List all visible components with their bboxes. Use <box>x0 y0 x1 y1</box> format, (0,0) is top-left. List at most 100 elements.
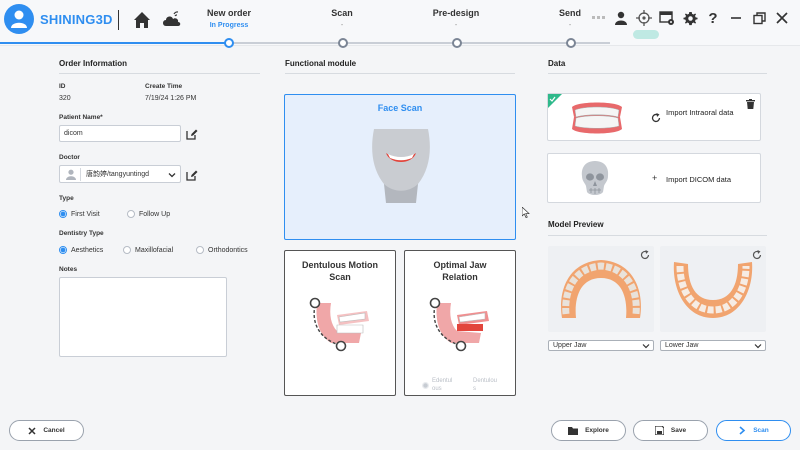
functional-module-title: Functional module <box>285 59 357 68</box>
more-dots-icon[interactable] <box>592 10 606 26</box>
radio-maxillofacial[interactable]: Maxillofacial <box>123 246 173 254</box>
intraoral-model-thumbnail <box>572 102 622 134</box>
close-icon[interactable] <box>774 10 790 26</box>
section-divider <box>548 235 767 236</box>
scan-label: Scan <box>753 427 769 434</box>
step-pre-design[interactable]: Pre-design - <box>411 8 501 29</box>
notes-textarea[interactable] <box>59 277 227 357</box>
order-info-title: Order Information <box>59 59 128 68</box>
optimal-jaw-relation-card[interactable]: Optimal Jaw Relation Edentul ous Dentulo… <box>404 250 516 396</box>
radio-aesthetics[interactable]: Aesthetics <box>59 246 103 254</box>
radio-follow-up[interactable]: Follow Up <box>127 210 170 218</box>
type-label: Type <box>59 195 74 202</box>
minimize-icon[interactable] <box>728 10 744 26</box>
lower-jaw-select[interactable]: Lower Jaw <box>660 340 766 351</box>
screen-settings-icon[interactable] <box>659 10 675 26</box>
radio-indicator <box>127 210 135 218</box>
chevron-down-icon <box>754 344 762 349</box>
model-preview-title: Model Preview <box>548 220 604 229</box>
radio-label: Orthodontics <box>208 246 248 254</box>
help-icon[interactable]: ? <box>705 10 721 27</box>
radio-orthodontics[interactable]: Orthodontics <box>196 246 248 254</box>
radio-dentulous[interactable]: Dentulou s <box>473 377 499 393</box>
doctor-value: 唐韵婷/tangyuntingd <box>86 171 150 178</box>
dentulous-motion-scan-card[interactable]: Dentulous Motion Scan <box>284 250 396 396</box>
lower-jaw-model <box>673 262 753 318</box>
doctor-select[interactable]: 唐韵婷/tangyuntingd <box>59 165 181 183</box>
status-pill <box>633 30 659 39</box>
explore-label: Explore <box>585 427 609 434</box>
brand-name: SHINING3D <box>40 12 113 27</box>
chevron-down-icon <box>168 171 176 179</box>
jaw-motion-illustration <box>309 297 369 352</box>
step-dot-send <box>566 38 576 48</box>
reset-view-icon[interactable] <box>640 250 650 260</box>
upper-jaw-preview[interactable] <box>548 246 654 332</box>
divider <box>80 168 81 181</box>
scan-button[interactable]: Scan <box>716 420 791 441</box>
upper-jaw-model <box>561 260 641 318</box>
create-time-label: Create Time <box>145 83 183 90</box>
step-new-order[interactable]: New order In Progress <box>184 8 274 29</box>
radio-indicator <box>59 210 67 218</box>
refresh-icon[interactable] <box>651 113 661 123</box>
chevron-down-icon <box>642 344 650 349</box>
steps-track-progress <box>0 42 229 44</box>
import-intraoral-label: Import Intraoral data <box>666 108 734 117</box>
upper-jaw-select[interactable]: Upper Jaw <box>548 340 654 351</box>
save-label: Save <box>670 427 687 434</box>
data-title: Data <box>548 59 566 68</box>
trash-icon[interactable] <box>746 99 755 109</box>
radio-label: First Visit <box>71 210 100 218</box>
patient-name-label: Patient Name* <box>59 114 103 121</box>
save-button[interactable]: Save <box>633 420 708 441</box>
optimal-jaw-title: Optimal Jaw Relation <box>433 260 487 282</box>
cancel-button[interactable]: Cancel <box>9 420 84 441</box>
radio-edentulous[interactable]: Edentul ous <box>422 377 458 393</box>
face-scan-illustration <box>372 129 430 203</box>
face-scan-card[interactable]: Face Scan <box>284 94 516 240</box>
restore-icon[interactable] <box>751 10 767 26</box>
create-time-value: 7/19/24 1:26 PM <box>145 95 197 102</box>
save-icon <box>654 426 664 435</box>
dentistry-type-label: Dentistry Type <box>59 230 104 237</box>
notes-label: Notes <box>59 266 78 273</box>
patient-name-input[interactable]: dicom <box>59 125 181 142</box>
edit-patient-icon[interactable] <box>186 128 198 140</box>
radio-indicator <box>123 246 131 254</box>
id-value: 320 <box>59 95 71 102</box>
intraoral-data-box[interactable]: Import Intraoral data <box>547 93 761 141</box>
jaw-relation-illustration <box>429 297 489 352</box>
step-status: In Progress <box>209 22 249 29</box>
section-divider <box>548 73 767 74</box>
doctor-avatar-icon <box>65 169 77 180</box>
top-bar: SHINING3D New order In Progress Scan - P… <box>0 0 800 48</box>
step-dot-pre-design <box>452 38 462 48</box>
cancel-label: Cancel <box>43 427 65 434</box>
toolbar-icons: ? <box>592 10 790 27</box>
lower-jaw-preview[interactable] <box>660 246 766 332</box>
lower-jaw-select-value: Lower Jaw <box>665 342 699 349</box>
reset-view-icon[interactable] <box>752 250 762 260</box>
check-badge-icon <box>548 94 562 108</box>
cloud-icon[interactable] <box>162 11 182 29</box>
face-scan-title: Face Scan <box>377 103 423 113</box>
dentulous-motion-title: Dentulous Motion Scan <box>302 260 378 282</box>
gear-icon[interactable] <box>682 10 698 26</box>
step-scan[interactable]: Scan - <box>297 8 387 29</box>
target-icon[interactable] <box>636 10 652 26</box>
radio-indicator <box>59 246 67 254</box>
radio-label: Follow Up <box>139 210 171 218</box>
radio-label: Dentulou s <box>473 378 498 392</box>
user-icon[interactable] <box>613 10 629 26</box>
radio-indicator <box>196 246 204 254</box>
home-icon[interactable] <box>132 10 152 30</box>
explore-button[interactable]: Explore <box>551 420 626 441</box>
step-title: Pre-design <box>432 8 480 18</box>
skull-icon <box>581 161 609 195</box>
section-divider <box>59 73 260 74</box>
edit-doctor-icon[interactable] <box>186 169 198 181</box>
id-label: ID <box>59 83 66 90</box>
radio-first-visit[interactable]: First Visit <box>59 210 100 218</box>
dicom-data-box[interactable]: + Import DICOM data <box>547 153 761 203</box>
